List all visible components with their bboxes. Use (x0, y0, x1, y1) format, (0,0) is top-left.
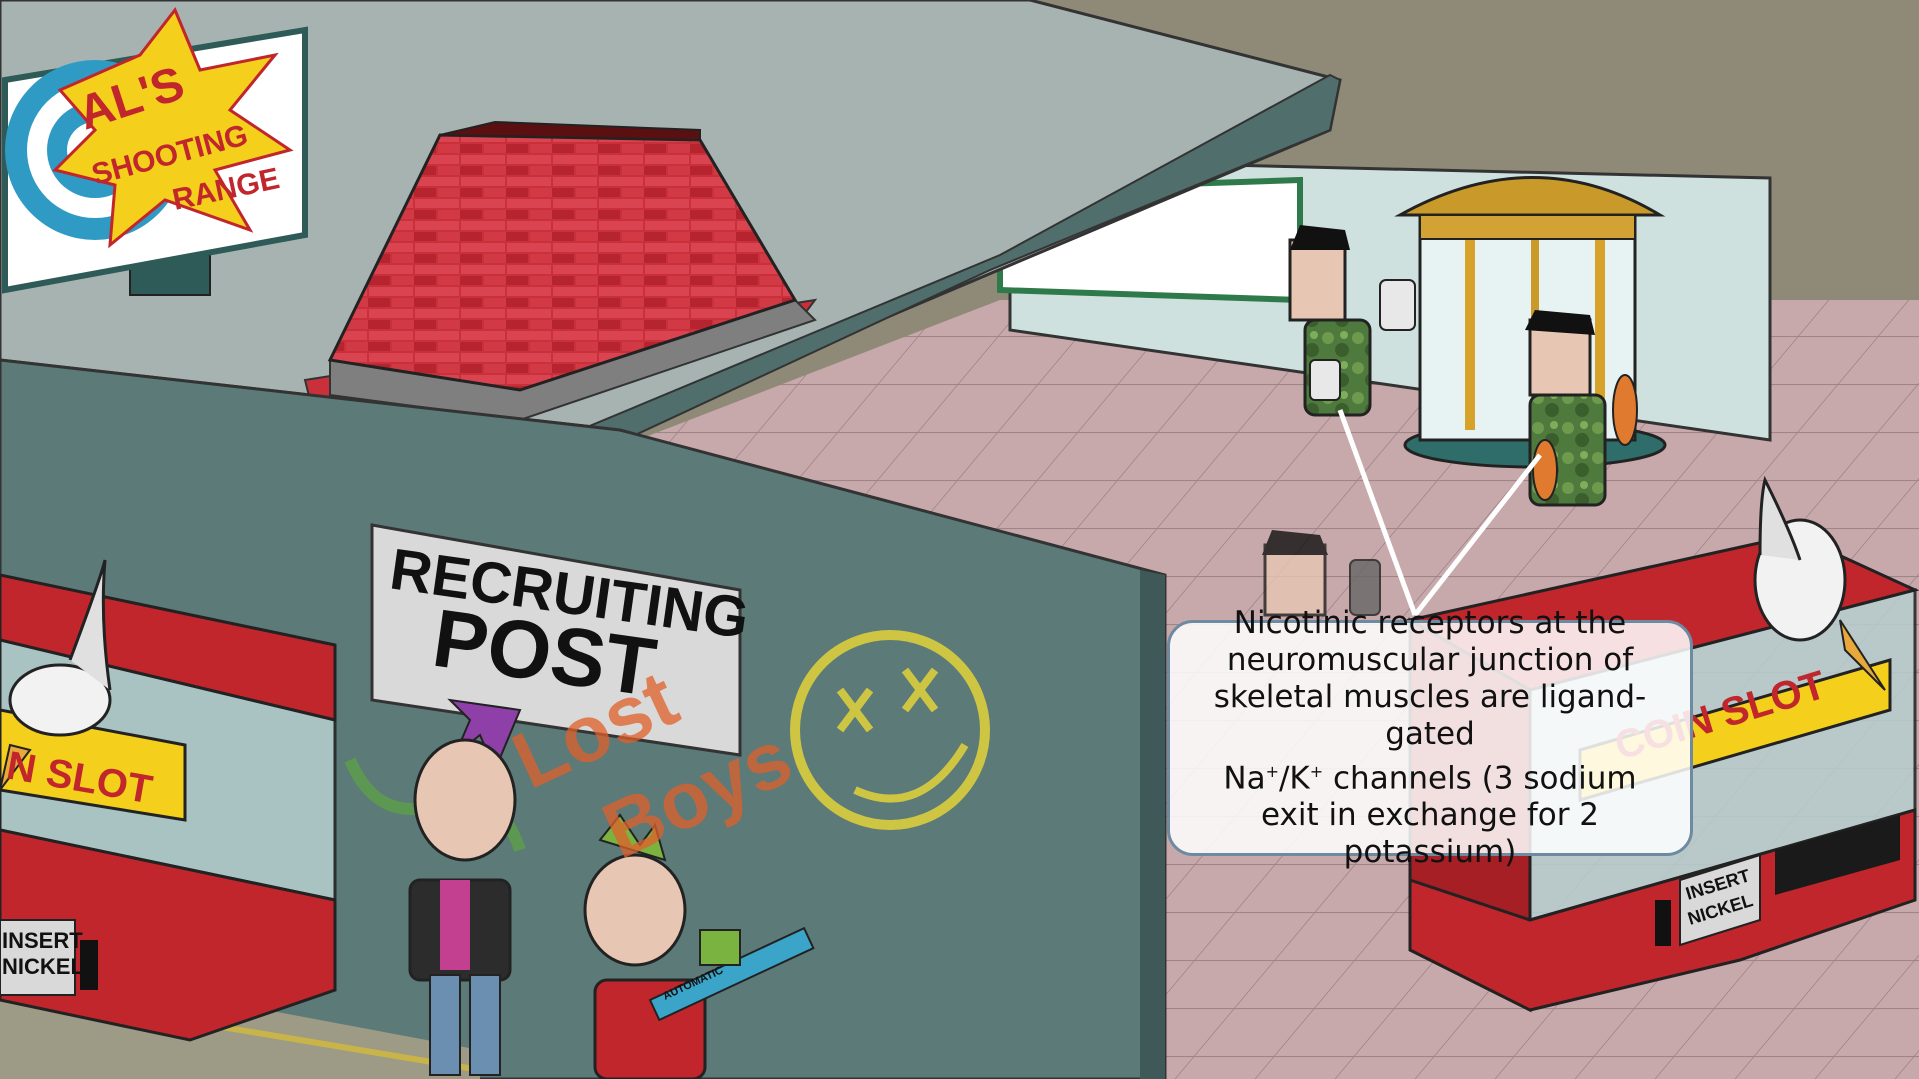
mall-background: AL'S SHOOTING RANGE RECRUITING POST Lost… (0, 0, 1919, 1079)
callout-line-5: exit in exchange for 2 potassium) (1260, 797, 1600, 871)
callout-na-charge: + (1265, 761, 1279, 781)
callout-k: /K (1278, 760, 1310, 797)
info-callout: Nicotinic receptors at the neuromuscular… (1167, 605, 1693, 870)
callout-line-4: Na+/K+ channels (3 sodium (1188, 753, 1672, 797)
insert-nickel-left-2: NICKEL (2, 954, 84, 979)
callout-line-1: Nicotinic receptors at the (1233, 604, 1627, 641)
callout-channels: channels (3 sodium (1323, 760, 1637, 797)
callout-na: Na (1223, 760, 1266, 797)
callout-text: Nicotinic receptors at the neuromuscular… (1188, 605, 1672, 871)
insert-nickel-left-1: INSERT (2, 928, 83, 953)
callout-k-charge: + (1309, 761, 1324, 781)
callout-line-2: neuromuscular junction of (1226, 641, 1634, 678)
game-scene: AL'S SHOOTING RANGE RECRUITING POST Lost… (0, 0, 1919, 1079)
callout-line-3: skeletal muscles are ligand-gated (1213, 678, 1647, 752)
